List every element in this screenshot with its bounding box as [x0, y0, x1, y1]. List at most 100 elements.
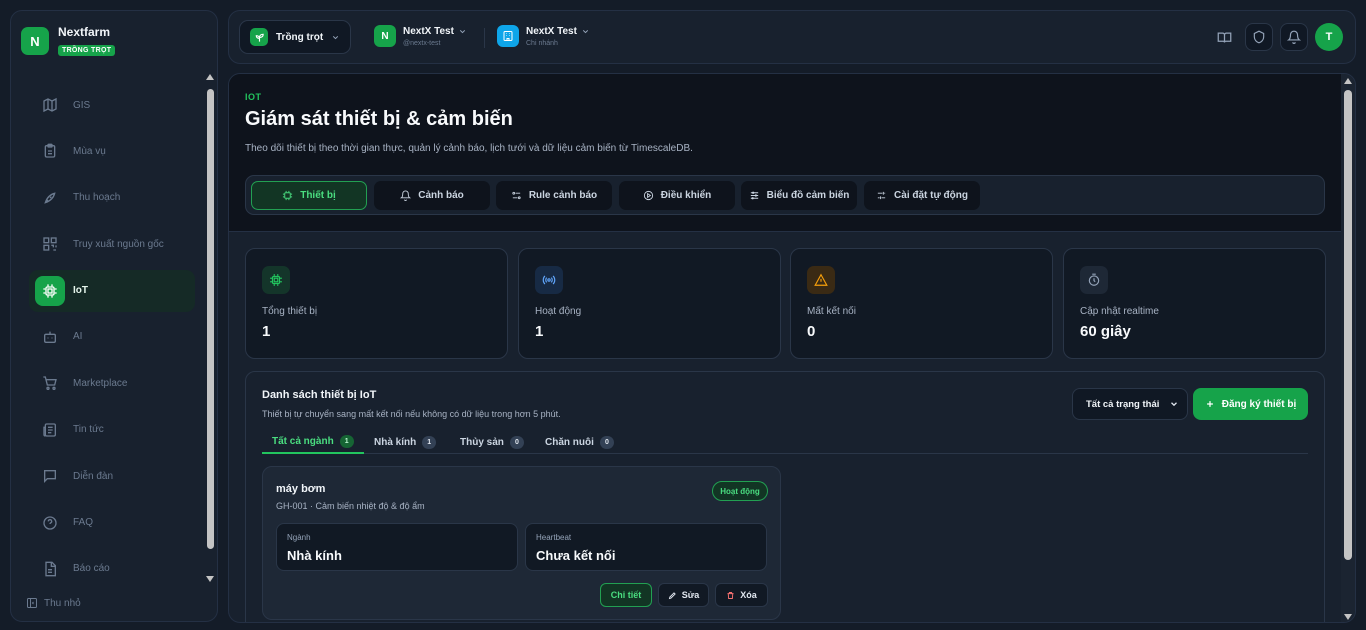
count-badge: 1: [339, 434, 354, 448]
delete-button[interactable]: Xóa: [715, 583, 768, 607]
branch-switcher[interactable]: NextX Test Chi nhánh: [497, 25, 590, 47]
topbar: Trồng trọt N NextX Test @nextx-test Next…: [228, 10, 1356, 64]
stat-label: Tổng thiết bị: [262, 306, 318, 317]
sidebar-item-bao-cao[interactable]: Báo cáo: [29, 548, 195, 590]
field-value: Nhà kính: [287, 548, 342, 563]
count-badge: 0: [509, 435, 524, 449]
file-icon: [35, 554, 65, 584]
sector-tab-label: Thủy sản: [460, 436, 504, 448]
pencil-icon: [668, 591, 676, 599]
stat-value: 0: [807, 323, 816, 340]
sector-badge: TRỒNG TRỌT: [58, 45, 116, 56]
sector-tabs: Tất cả ngành 1 Nhà kính 1 Thủy sản 0 Chă…: [262, 430, 1308, 454]
book-icon[interactable]: [1210, 23, 1238, 51]
main-scroll-thumb[interactable]: [1344, 90, 1352, 560]
chevron-down-icon: [333, 35, 339, 39]
sidebar-item-tin-tuc[interactable]: Tin tức: [29, 409, 195, 451]
settings-sliders-icon: [877, 191, 886, 200]
sidebar-item-faq[interactable]: FAQ: [29, 502, 195, 544]
count-badge: 1: [422, 435, 437, 449]
page-eyebrow: IOT: [245, 92, 262, 102]
sidebar-nav: GIS Mùa vụ Thu hoạch Truy xuất nguồn gốc…: [29, 84, 195, 594]
clipboard-icon: [35, 136, 65, 166]
tab-thiet-bi[interactable]: Thiết bị: [251, 181, 367, 210]
device-name: máy bơm: [276, 483, 326, 495]
cart-icon: [35, 368, 65, 398]
tab-bieu-do[interactable]: Biểu đồ cảm biến: [741, 181, 857, 210]
stat-label: Mất kết nối: [807, 306, 856, 317]
page-title: Giám sát thiết bị & cảm biến: [245, 108, 513, 130]
sidebar-item-thu-hoach[interactable]: Thu hoạch: [29, 177, 195, 219]
scroll-down-icon[interactable]: [205, 575, 215, 583]
org-switcher[interactable]: N NextX Test @nextx-test: [374, 25, 467, 47]
sector-tab-thuy-san[interactable]: Thủy sản 0: [460, 430, 524, 454]
scroll-up-icon[interactable]: [1343, 77, 1353, 85]
tab-label: Rule cảnh báo: [528, 190, 598, 201]
sidebar-scroll-thumb[interactable]: [207, 89, 214, 549]
org-logo: N: [374, 25, 396, 47]
stat-value: 1: [535, 323, 544, 340]
scroll-down-icon[interactable]: [1343, 613, 1353, 621]
field-value: Chưa kết nối: [536, 548, 616, 563]
crop-type-label: Trồng trọt: [276, 31, 324, 43]
plus-icon: [1206, 401, 1213, 407]
sector-tab-label: Tất cả ngành: [272, 435, 334, 447]
sidebar-item-label: Marketplace: [73, 377, 128, 389]
trash-icon: [727, 591, 734, 599]
sidebar-item-gis[interactable]: GIS: [29, 84, 195, 126]
stat-card-realtime: Cập nhật realtime 60 giây: [1063, 248, 1326, 359]
chip-icon: [262, 266, 290, 294]
sidebar-item-dien-dan[interactable]: Diễn đàn: [29, 455, 195, 497]
tab-label: Thiết bị: [300, 190, 336, 201]
play-icon: [643, 190, 653, 201]
sidebar-item-label: GIS: [73, 99, 91, 111]
edit-button[interactable]: Sửa: [658, 583, 709, 607]
count-badge: 0: [599, 435, 614, 449]
chevron-down-icon: [582, 29, 589, 33]
sidebar-item-label: Diễn đàn: [73, 470, 114, 482]
warning-icon: [807, 266, 835, 294]
chat-icon: [35, 461, 65, 491]
sector-tab-chan-nuoi[interactable]: Chăn nuôi 0: [545, 430, 614, 454]
main-scrollbar[interactable]: [1341, 74, 1355, 622]
sidebar-item-ai[interactable]: AI: [29, 316, 195, 358]
page-description: Theo dõi thiết bị theo thời gian thực, q…: [245, 143, 693, 154]
brand-logo: N: [21, 27, 49, 55]
register-device-button[interactable]: Đăng ký thiết bị: [1193, 388, 1308, 420]
scroll-up-icon[interactable]: [205, 73, 215, 81]
status-filter-select[interactable]: Tất cả trạng thái: [1072, 388, 1188, 420]
sidebar-item-marketplace[interactable]: Marketplace: [29, 362, 195, 404]
shield-icon[interactable]: [1245, 23, 1273, 51]
org-handle: @nextx-test: [403, 39, 441, 47]
sector-tab-label: Nhà kính: [374, 436, 417, 448]
tab-canh-bao[interactable]: Cảnh báo: [374, 181, 490, 210]
sidebar-item-iot[interactable]: IoT: [29, 269, 195, 312]
device-list-panel: Danh sách thiết bị IoT Thiết bị tự chuyể…: [245, 371, 1325, 622]
field-label: Heartbeat: [536, 533, 572, 542]
bell-icon[interactable]: [1280, 23, 1308, 51]
qr-code-icon: [35, 229, 65, 259]
detail-button[interactable]: Chi tiết: [600, 583, 652, 607]
brand[interactable]: N Nextfarm TRỒNG TRỌT: [21, 25, 116, 57]
bell-icon: [400, 190, 412, 201]
collapse-label: Thu nhỏ: [44, 597, 81, 609]
tab-cai-dat-tu-dong[interactable]: Cài đặt tự động: [864, 181, 980, 210]
user-avatar[interactable]: T: [1315, 23, 1343, 51]
panel-title: Danh sách thiết bị IoT: [262, 389, 377, 401]
collapse-sidebar-button[interactable]: Thu nhỏ: [26, 597, 81, 609]
tab-rule-canh-bao[interactable]: Rule cảnh báo: [496, 181, 612, 210]
divider: [484, 28, 485, 48]
sidebar-item-label: Tin tức: [73, 424, 104, 436]
stat-card-disconnected: Mất kết nối 0: [790, 248, 1053, 359]
sidebar-item-truy-xuat[interactable]: Truy xuất nguồn gốc: [29, 223, 195, 265]
stat-label: Cập nhật realtime: [1080, 306, 1159, 317]
sector-tab-all[interactable]: Tất cả ngành 1: [262, 430, 364, 454]
crop-type-select[interactable]: Trồng trọt: [239, 20, 351, 54]
newspaper-icon: [35, 415, 65, 445]
sidebar-item-mua-vu[interactable]: Mùa vụ: [29, 130, 195, 172]
tab-dieu-khien[interactable]: Điều khiển: [619, 181, 735, 210]
sidebar-scrollbar[interactable]: [205, 73, 215, 583]
status-badge: Hoạt động: [712, 481, 768, 501]
sector-tab-nha-kinh[interactable]: Nhà kính 1: [374, 430, 437, 454]
brand-name: Nextfarm: [58, 25, 111, 39]
